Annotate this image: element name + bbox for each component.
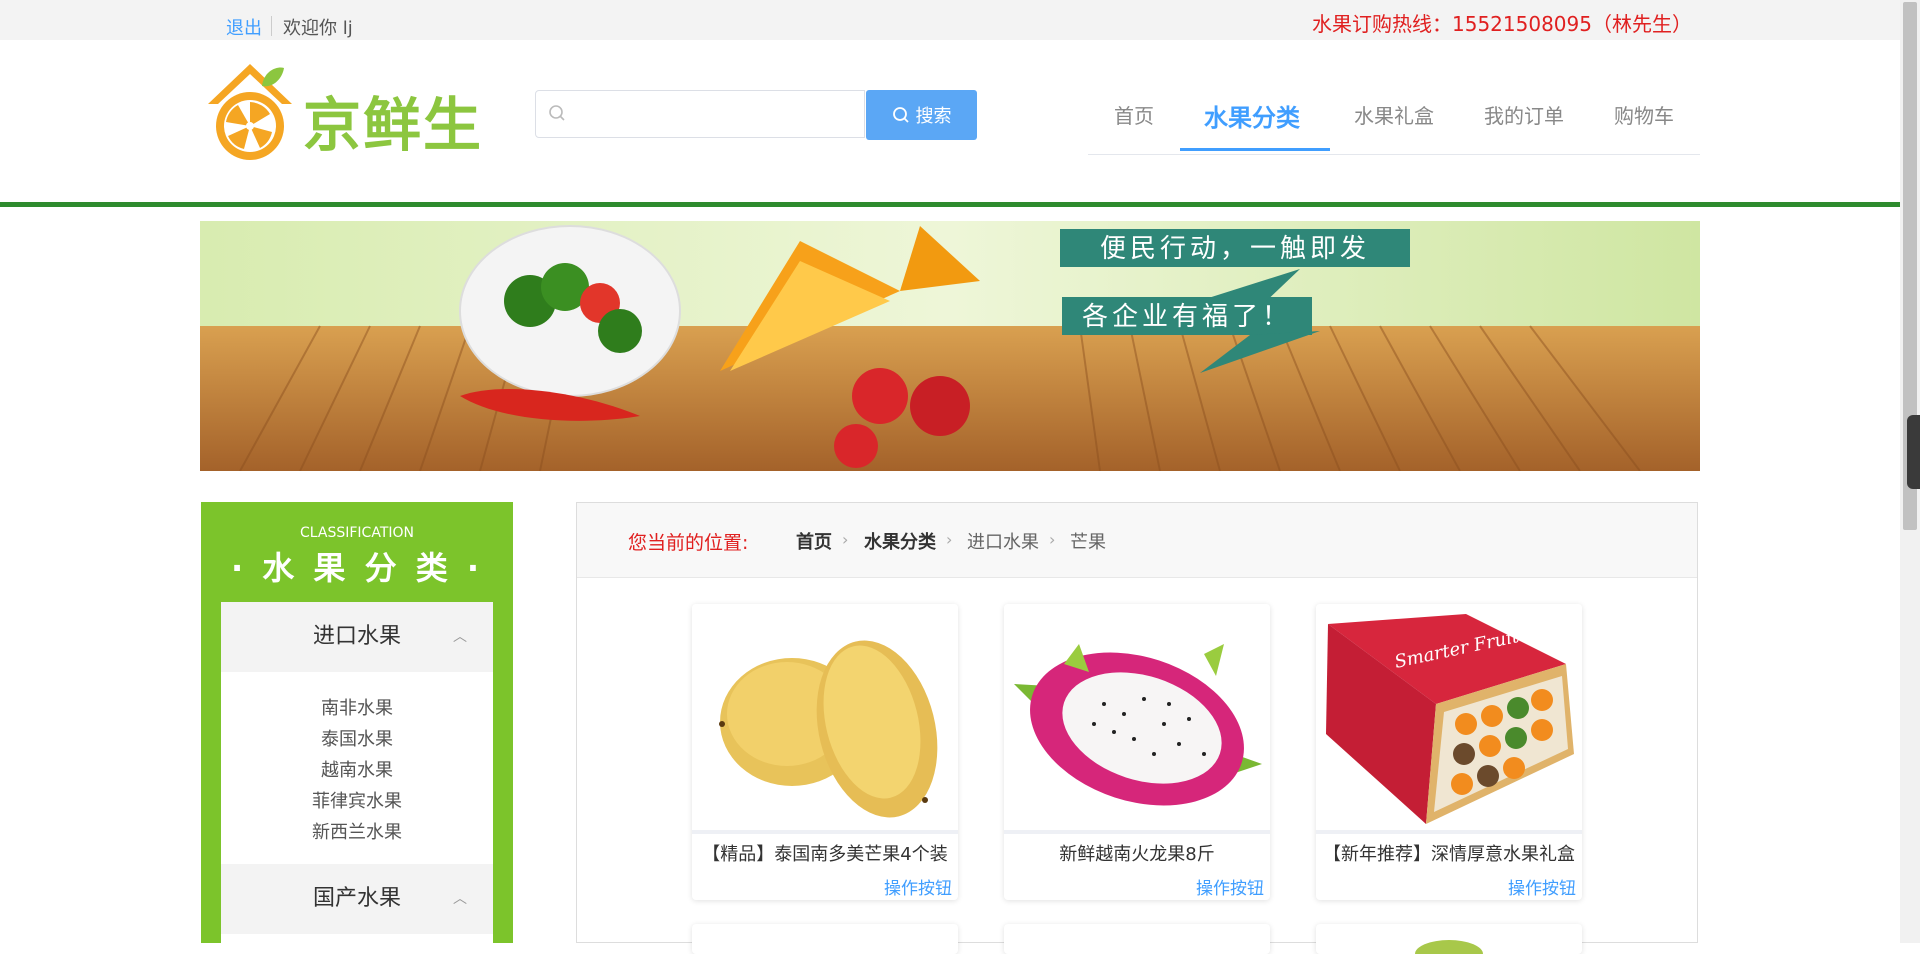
- search-icon: [892, 107, 909, 123]
- nav-cart[interactable]: 购物车: [1614, 100, 1674, 129]
- category-item[interactable]: 南非水果: [221, 694, 493, 720]
- product-name[interactable]: 【精品】泰国南多美芒果4个装: [692, 840, 958, 866]
- product-name[interactable]: 【新年推荐】深情厚意水果礼盒: [1316, 840, 1582, 866]
- product-card[interactable]: Smarter Fruit 【新年推荐】深情厚意水果礼盒 操作按钮: [1316, 604, 1582, 900]
- product-card[interactable]: [692, 924, 958, 954]
- search-icon: [549, 105, 565, 121]
- nav-gift-box[interactable]: 水果礼盒: [1354, 100, 1434, 129]
- category-item[interactable]: 泰国水果: [221, 725, 493, 751]
- category-panel: 进口水果 ︿ 南非水果 泰国水果 越南水果 菲律宾水果 新西兰水果 国产水果 ︿: [221, 602, 493, 943]
- category-group-label: 国产水果: [312, 886, 401, 911]
- main-nav: 首页 水果分类 水果礼盒 我的订单 购物车: [1088, 94, 1700, 155]
- breadcrumb-item: 芒果: [1070, 532, 1106, 553]
- banner-line1: 便民行动，一触即发: [1100, 234, 1370, 264]
- header-divider: [0, 202, 1900, 207]
- nav-fruit-category[interactable]: 水果分类: [1204, 98, 1300, 133]
- product-image-dragonfruit: [1004, 604, 1270, 830]
- nav-home[interactable]: 首页: [1114, 100, 1154, 129]
- category-item[interactable]: 菲律宾水果: [221, 787, 493, 813]
- logo-text[interactable]: 京鲜生: [303, 78, 483, 162]
- logout-link[interactable]: 退出: [226, 14, 262, 40]
- breadcrumb-label: 您当前的位置:: [628, 532, 749, 554]
- promo-banner[interactable]: 便民行动，一触即发 各企业有福了！: [200, 221, 1700, 471]
- product-name[interactable]: 新鲜越南火龙果8斤: [1004, 840, 1270, 866]
- chevron-right-icon: ›: [946, 530, 953, 549]
- breadcrumb-item[interactable]: 水果分类: [864, 528, 936, 554]
- card-divider: [1316, 830, 1582, 834]
- chevron-right-icon: ›: [1049, 530, 1056, 549]
- banner-line2: 各企业有福了！: [1082, 302, 1292, 332]
- top-divider: [271, 16, 272, 36]
- product-card[interactable]: 新鲜越南火龙果8斤 操作按钮: [1004, 604, 1270, 900]
- product-image-partial: [1415, 940, 1483, 954]
- nav-my-orders[interactable]: 我的订单: [1484, 100, 1564, 129]
- product-card[interactable]: 【精品】泰国南多美芒果4个装 操作按钮: [692, 604, 958, 900]
- product-image-gift-box: Smarter Fruit: [1316, 604, 1582, 830]
- sidebar-title: · 水 果 分 类 ·: [230, 549, 484, 587]
- category-group-label: 进口水果: [312, 624, 401, 649]
- product-card[interactable]: [1316, 924, 1582, 954]
- side-widget-handle[interactable]: [1907, 415, 1920, 489]
- breadcrumb-item[interactable]: 进口水果: [967, 528, 1039, 554]
- logo-icon[interactable]: [204, 60, 296, 164]
- search-button-label: 搜索: [915, 106, 952, 127]
- product-image-mango: [692, 604, 958, 830]
- category-item[interactable]: 越南水果: [221, 756, 493, 782]
- sidebar-title-en: CLASSIFICATION: [300, 525, 414, 541]
- card-divider: [1004, 830, 1270, 834]
- nav-active-indicator: [1180, 148, 1330, 151]
- welcome-text: 欢迎你 lj: [283, 18, 353, 39]
- category-group-domestic[interactable]: 国产水果 ︿: [221, 864, 493, 934]
- product-action-button[interactable]: 操作按钮: [1196, 874, 1264, 899]
- breadcrumb-item[interactable]: 首页: [796, 528, 832, 554]
- search-button[interactable]: 搜索: [866, 90, 977, 140]
- hotline-text: 水果订购热线：15521508095（林先生）: [1312, 12, 1692, 36]
- product-card[interactable]: [1004, 924, 1270, 954]
- banner-image: 便民行动，一触即发 各企业有福了！: [200, 221, 1700, 471]
- chevron-up-icon: ︿: [453, 891, 467, 907]
- category-group-imported[interactable]: 进口水果 ︿: [221, 602, 493, 672]
- category-item[interactable]: 新西兰水果: [221, 818, 493, 844]
- search-input[interactable]: [535, 90, 865, 138]
- chevron-right-icon: ›: [842, 530, 849, 549]
- product-action-button[interactable]: 操作按钮: [884, 874, 952, 899]
- chevron-up-icon: ︿: [453, 629, 467, 645]
- card-divider: [692, 830, 958, 834]
- product-action-button[interactable]: 操作按钮: [1508, 874, 1576, 899]
